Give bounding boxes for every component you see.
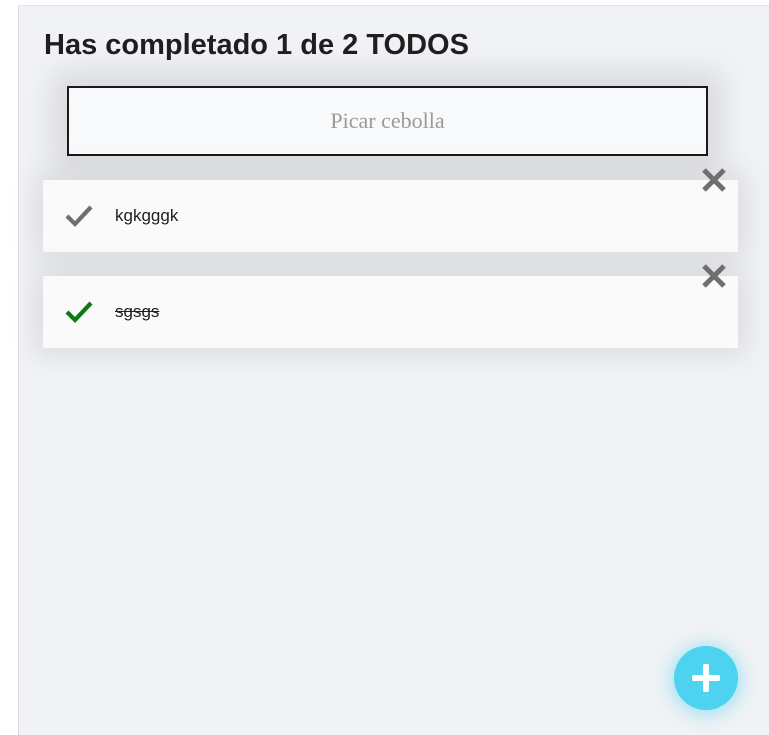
close-icon[interactable] (700, 262, 728, 290)
check-icon[interactable] (65, 203, 93, 229)
close-icon[interactable] (700, 166, 728, 194)
new-todo-input[interactable] (67, 86, 708, 156)
todo-item: kgkgggk (43, 168, 738, 252)
todo-text: kgkgggk (115, 206, 179, 225)
page-title: Has completado 1 de 2 TODOS (44, 29, 469, 61)
todo-text-completed: sgsgs (115, 302, 160, 321)
todo-app: Has completado 1 de 2 TODOS kgkgggk sgsg… (18, 5, 769, 735)
new-todo-container (67, 86, 708, 156)
todo-item: sgsgs (43, 264, 738, 348)
check-icon[interactable] (65, 299, 93, 325)
add-todo-button[interactable] (674, 646, 738, 710)
plus-icon (692, 664, 720, 692)
